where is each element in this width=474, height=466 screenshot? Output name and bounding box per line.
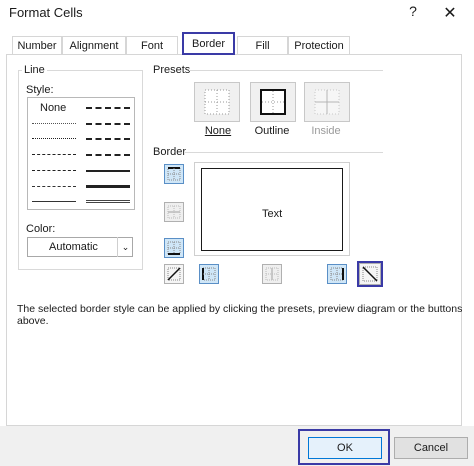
preset-outline-icon	[260, 89, 286, 115]
preview-text: Text	[262, 208, 283, 220]
dialog-title: Format Cells	[9, 5, 83, 20]
line-style-double[interactable]	[86, 200, 130, 203]
tab-border[interactable]: Border	[182, 32, 235, 55]
preset-inside-button[interactable]	[304, 82, 350, 122]
line-style-dash-dot[interactable]	[32, 170, 76, 171]
tab-font[interactable]: Font	[126, 36, 178, 54]
tab-alignment[interactable]: Alignment	[62, 36, 126, 54]
line-style-medium-dashed[interactable]	[86, 154, 130, 156]
border-right-button[interactable]	[327, 264, 347, 284]
color-label: Color:	[26, 223, 56, 235]
border-inside-vertical-icon	[265, 267, 279, 281]
chevron-down-icon[interactable]: ⌄	[117, 237, 133, 257]
info-text: The selected border style can be applied…	[17, 303, 463, 327]
tab-protection[interactable]: Protection	[288, 36, 350, 54]
presets-divider	[189, 70, 383, 71]
preset-none-label: None	[204, 125, 232, 137]
color-value: Automatic	[49, 241, 98, 253]
border-bottom-button[interactable]	[164, 238, 184, 258]
line-style-dash-dot-dot[interactable]	[32, 154, 76, 155]
border-top-icon	[167, 167, 181, 181]
style-label: Style:	[26, 84, 54, 96]
close-button[interactable]: ✕	[440, 3, 460, 22]
line-style-none[interactable]: None	[40, 102, 66, 114]
border-diagonal-down-button[interactable]	[357, 261, 383, 287]
preset-inside-icon	[314, 89, 340, 115]
border-diagonal-up-icon	[167, 267, 181, 281]
border-label: Border	[153, 146, 187, 158]
border-left-button[interactable]	[199, 264, 219, 284]
tab-fill[interactable]: Fill	[237, 36, 288, 54]
help-button[interactable]: ?	[404, 3, 422, 21]
presets-label: Presets	[153, 64, 191, 76]
line-group-label: Line	[22, 64, 47, 76]
preset-none-button[interactable]	[194, 82, 240, 122]
border-diagonal-up-button[interactable]	[164, 264, 184, 284]
preset-inside-label: Inside	[311, 125, 341, 137]
line-style-medium-dash-dot-dot[interactable]	[86, 107, 130, 109]
ok-button[interactable]: OK	[308, 437, 382, 459]
line-style-medium-dash-dot[interactable]	[86, 138, 130, 140]
line-style-thin[interactable]	[32, 201, 76, 202]
border-bottom-icon	[167, 241, 181, 255]
preset-none-icon	[204, 89, 230, 115]
border-divider	[185, 152, 383, 153]
border-top-button[interactable]	[164, 164, 184, 184]
line-style-slanted-dash-dot[interactable]	[86, 123, 130, 125]
border-left-icon	[202, 267, 216, 281]
preset-outline-label: Outline	[254, 125, 290, 137]
border-diagonal-down-icon	[362, 266, 378, 282]
preset-outline-button[interactable]	[250, 82, 296, 122]
tab-number[interactable]: Number	[12, 36, 62, 54]
line-style-thick[interactable]	[86, 185, 130, 188]
border-inside-horizontal-icon	[167, 205, 181, 219]
cancel-button[interactable]: Cancel	[394, 437, 468, 459]
line-style-dotted[interactable]	[32, 138, 76, 139]
border-inside-horizontal-button[interactable]	[164, 202, 184, 222]
border-inside-vertical-button[interactable]	[262, 264, 282, 284]
line-style-dashed[interactable]	[32, 186, 76, 187]
border-right-icon	[330, 267, 344, 281]
line-style-medium[interactable]	[86, 170, 130, 172]
line-style-hairline[interactable]	[32, 123, 76, 124]
